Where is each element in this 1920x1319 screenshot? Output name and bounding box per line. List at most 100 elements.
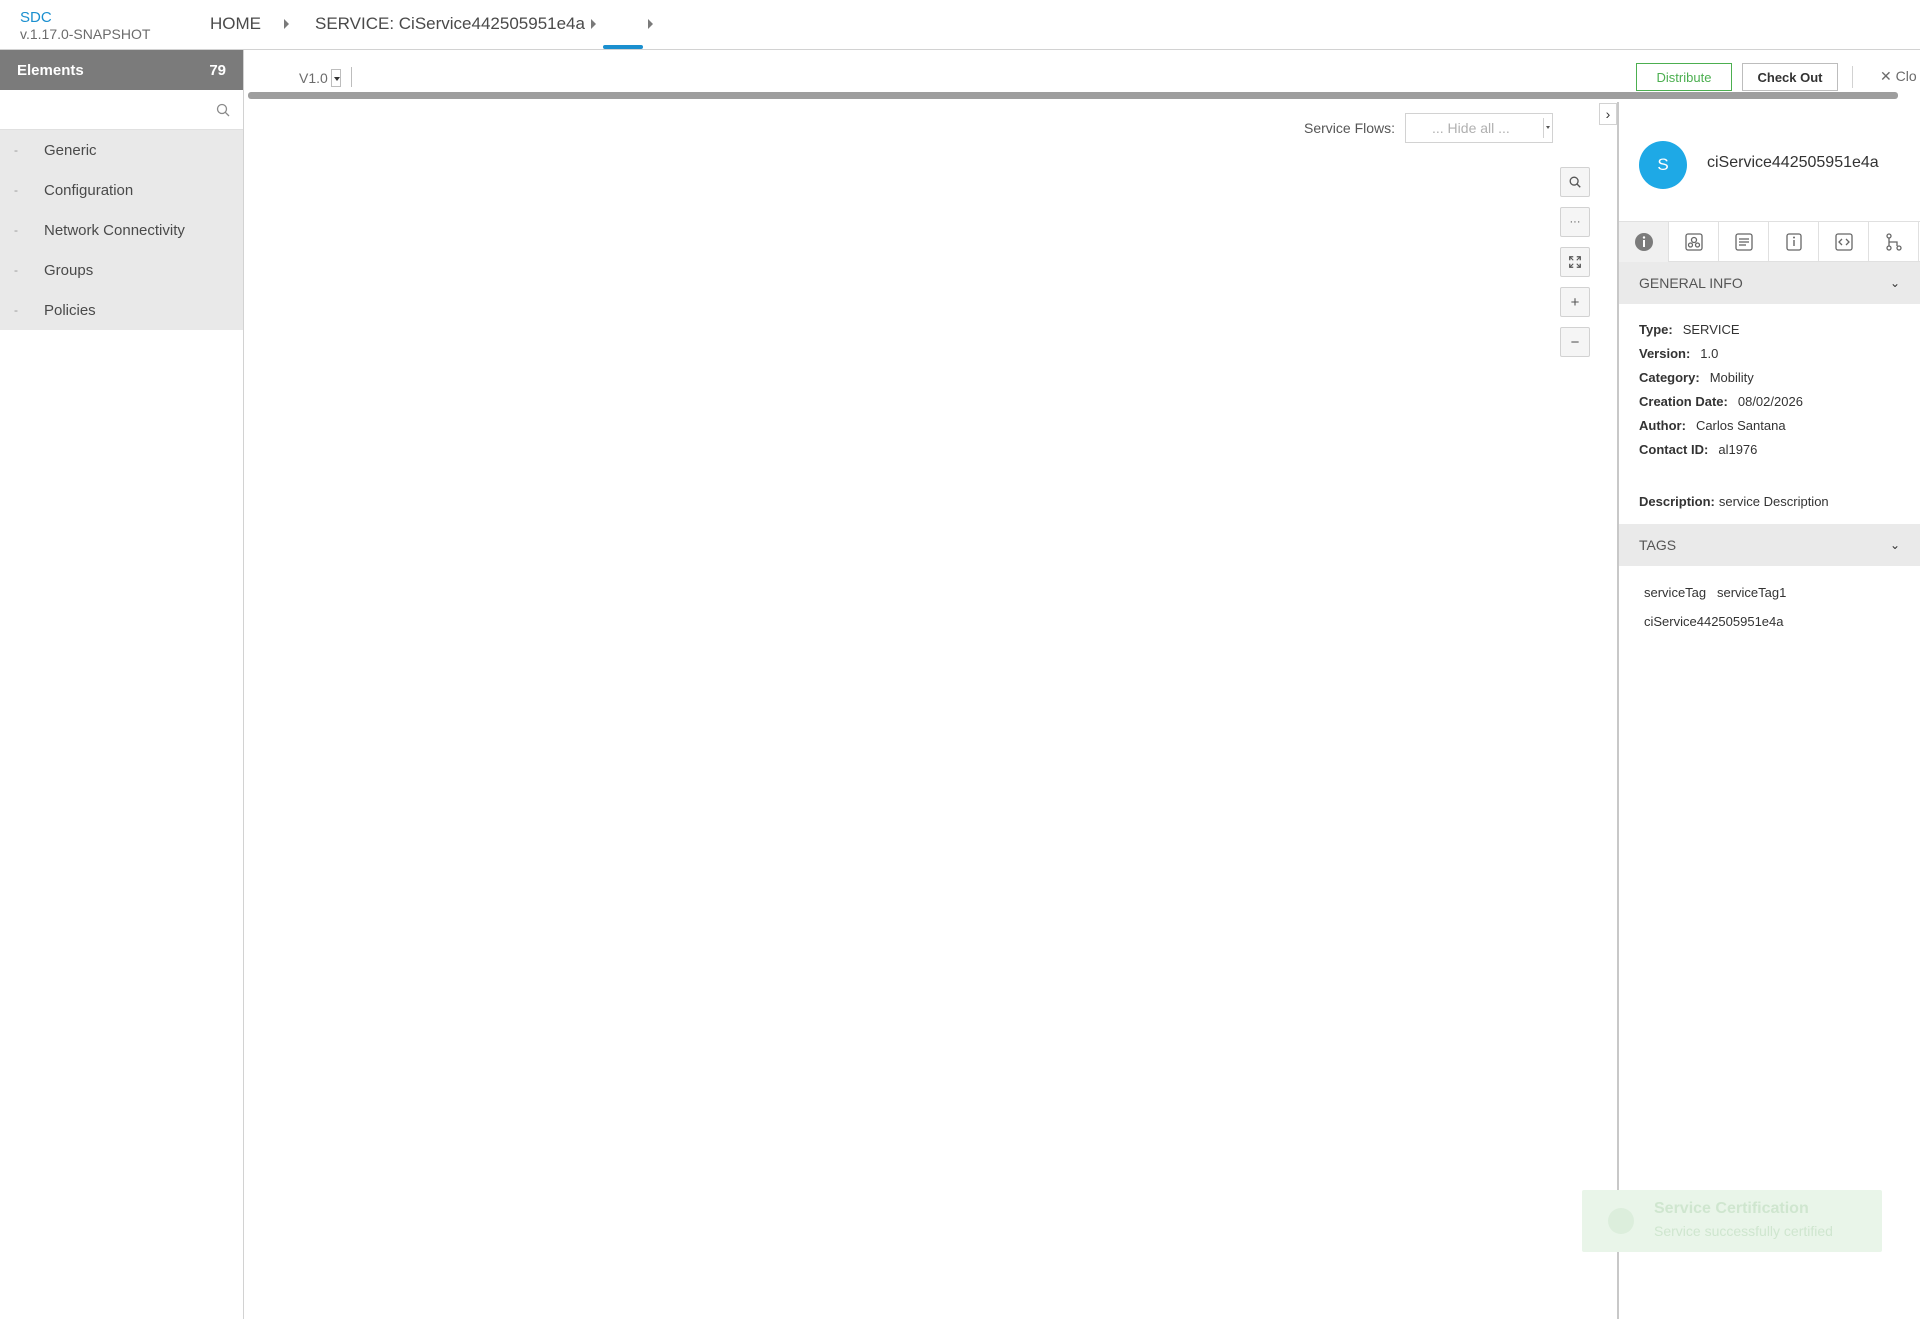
palette-category-label: Policies (44, 301, 96, 319)
toolbar-divider (1852, 66, 1853, 88)
palette-category-generic[interactable]: - Generic (0, 130, 243, 170)
close-button[interactable]: ✕ Clo (1880, 68, 1917, 85)
info-label: Version: (1639, 346, 1691, 361)
tab-information[interactable] (1769, 222, 1819, 262)
brand[interactable]: SDC v.1.17.0-SNAPSHOT (20, 9, 151, 43)
tags-content: serviceTag serviceTag1 ciService44250595… (1619, 566, 1920, 648)
palette-category-network-connectivity[interactable]: - Network Connectivity (0, 210, 243, 250)
info-box-icon (1785, 233, 1802, 251)
avatar: S (1639, 141, 1687, 189)
list-icon (1734, 233, 1753, 251)
tab-general-info[interactable] (1619, 222, 1669, 262)
palette-title: Elements (17, 61, 84, 79)
brand-name: SDC (20, 9, 52, 26)
chevron-down-icon: ⌄ (1889, 538, 1900, 552)
info-label: Type: (1639, 322, 1673, 337)
collapse-icon: - (14, 223, 18, 237)
chevron-down-icon: ⌄ (1889, 276, 1900, 290)
tab-properties[interactable] (1719, 222, 1769, 262)
collapse-icon: - (14, 263, 18, 277)
hierarchy-icon (1885, 233, 1902, 251)
palette-category-configuration[interactable]: - Configuration (0, 170, 243, 210)
details-title: ciService442505951e4a (1707, 154, 1879, 171)
info-label: Category: (1639, 370, 1700, 385)
top-navigation-bar: SDC v.1.17.0-SNAPSHOT HOME SERVICE: CiSe… (0, 0, 1920, 50)
expand-icon (1569, 256, 1581, 268)
artifacts-icon (1684, 233, 1703, 251)
description-label: Description: (1639, 494, 1715, 509)
palette-category-policies[interactable]: - Policies (0, 290, 243, 330)
info-icon (1634, 233, 1653, 251)
info-row-type: Type: SERVICE (1639, 318, 1900, 342)
palette-categories: - Generic - Configuration - Network Connect… (0, 130, 243, 330)
tab-deployment-artifacts[interactable] (1669, 222, 1719, 262)
minus-icon: − (1570, 333, 1580, 351)
tab-composition[interactable] (1869, 222, 1919, 262)
version-selector[interactable]: V1.0 (299, 70, 328, 86)
plus-icon: + (1570, 293, 1580, 311)
info-value: 1.0 (1700, 346, 1719, 361)
collapse-icon: - (14, 303, 18, 317)
palette-search (0, 90, 243, 130)
toolbar-divider (351, 67, 352, 87)
composition-canvas[interactable] (245, 100, 1615, 1319)
close-icon: ✕ (1880, 68, 1896, 84)
service-flows-value: ... Hide all ... (1432, 120, 1510, 136)
general-info-section-header[interactable]: GENERAL INFO ⌄ (1619, 262, 1920, 304)
info-value: 08/02/2026 (1737, 394, 1803, 409)
search-icon (1569, 176, 1581, 188)
zoom-in-button[interactable]: + (1560, 287, 1590, 317)
details-tabs (1619, 221, 1920, 262)
collapse-icon: - (14, 183, 18, 197)
service-flows-label: Service Flows: (1304, 120, 1396, 136)
info-label: Creation Date: (1639, 394, 1728, 409)
description-value: service Description (1718, 494, 1829, 509)
app-version: v.1.17.0-SNAPSHOT (20, 26, 151, 42)
zoom-out-button[interactable]: − (1560, 327, 1590, 357)
toast-message: Service successfully certified (1654, 1223, 1833, 1239)
tags-section-header[interactable]: TAGS ⌄ (1619, 524, 1920, 566)
palette-category-groups[interactable]: - Groups (0, 250, 243, 290)
palette-search-input[interactable] (0, 90, 210, 128)
breadcrumb-arrow-icon[interactable] (284, 19, 289, 29)
info-value: Mobility (1709, 370, 1754, 385)
fit-to-screen-button[interactable] (1560, 247, 1590, 277)
breadcrumb-arrow-icon[interactable] (648, 19, 653, 29)
version-dropdown-icon[interactable] (331, 69, 341, 87)
more-options-button[interactable]: ··· (1560, 207, 1590, 237)
distribute-button[interactable]: Distribute (1636, 63, 1732, 91)
tags-title: TAGS (1639, 537, 1677, 553)
details-panel: S ciService442505951e4a GENERAL INFO ⌄ T… (1617, 102, 1920, 1319)
details-header: S ciService442505951e4a (1619, 102, 1920, 212)
tab-api[interactable] (1819, 222, 1869, 262)
palette-category-label: Generic (44, 141, 97, 159)
palette-category-label: Configuration (44, 181, 134, 199)
info-value: al1976 (1718, 442, 1758, 457)
toast-title: Service Certification (1654, 1200, 1809, 1217)
tag-line: ciService442505951e4a (1644, 614, 1784, 629)
palette-count: 79 (209, 61, 226, 79)
collapse-panel-button[interactable]: › (1599, 103, 1617, 125)
tag-line: serviceTag serviceTag1 (1644, 585, 1787, 600)
ellipsis-icon: ··· (1569, 216, 1581, 228)
close-label: Clo (1895, 68, 1917, 84)
collapse-icon: - (14, 143, 18, 157)
info-row-author: Author: Carlos Santana (1639, 414, 1900, 438)
check-out-button[interactable]: Check Out (1742, 63, 1838, 91)
info-row-description: Description: service Description (1639, 490, 1900, 514)
info-value: Carlos Santana (1695, 418, 1786, 433)
code-icon (1834, 233, 1853, 251)
info-row-contact-id: Contact ID: al1976 (1639, 438, 1900, 462)
palette-category-label: Network Connectivity (44, 221, 185, 239)
search-icon[interactable] (215, 102, 231, 118)
info-row-creation-date: Creation Date: 08/02/2026 (1639, 390, 1900, 414)
breadcrumb-service[interactable]: SERVICE: CiService442505951e4a (315, 14, 585, 34)
service-flows-select[interactable]: ... Hide all ... (1405, 113, 1553, 143)
palette-header: Elements 79 (0, 50, 243, 90)
canvas-scrollbar[interactable] (248, 92, 1898, 99)
breadcrumb-home[interactable]: HOME (210, 14, 261, 34)
notification-toast[interactable]: Service Certification Service successful… (1582, 1190, 1882, 1252)
breadcrumb-arrow-icon[interactable] (591, 19, 596, 29)
zoom-search-button[interactable] (1560, 167, 1590, 197)
info-value: SERVICE (1682, 322, 1740, 337)
